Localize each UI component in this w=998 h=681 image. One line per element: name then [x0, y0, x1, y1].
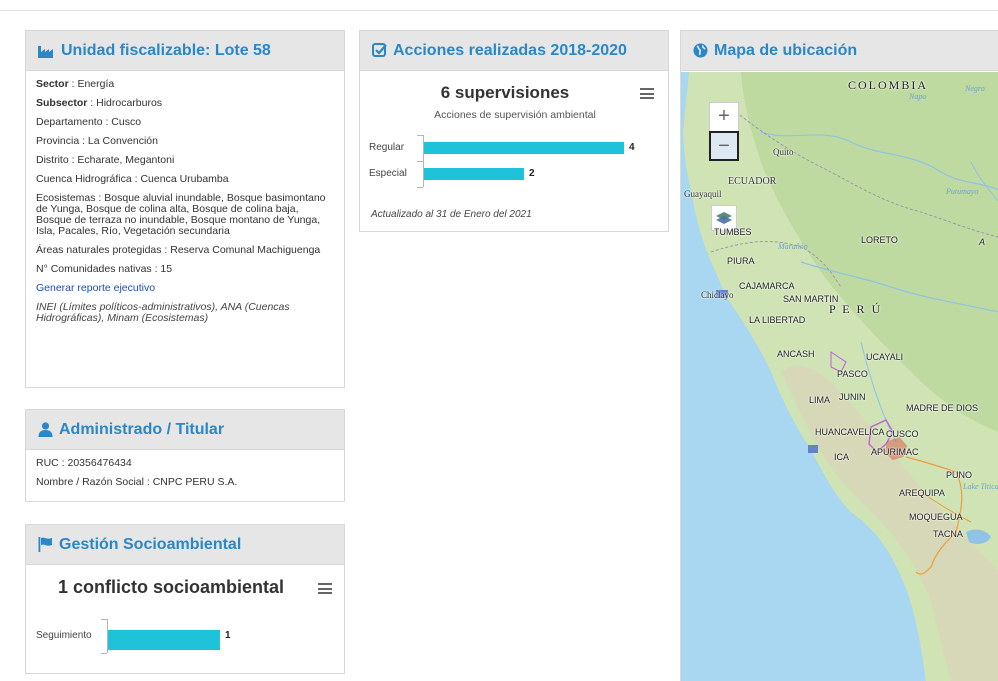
map-label-ucayali: UCAYALI [866, 352, 904, 362]
map-label-loreto: LORETO [861, 235, 898, 245]
map-label-maranon: Marañón [778, 242, 808, 251]
map-label-la-libertad: LA LIBERTAD [749, 315, 806, 325]
chart-data-label: 2 [529, 168, 535, 179]
chart-category-label: Seguimiento [36, 630, 92, 641]
chart-tick [101, 619, 107, 620]
map-label-tumbes: TUMBES [714, 227, 752, 237]
chart-tick [417, 187, 423, 188]
flag-icon [38, 537, 52, 552]
chart-bar[interactable] [424, 142, 624, 154]
administrado-panel-header: Administrado / Titular [26, 410, 344, 450]
chart-bar[interactable] [108, 630, 220, 650]
gestion-chart-menu-button[interactable] [318, 583, 332, 594]
sector-value: : Energía [68, 78, 115, 90]
gestion-socioambiental-panel: Gestión Socioambiental 1 conflicto socio… [25, 524, 345, 674]
acciones-chart-menu-button[interactable] [640, 88, 654, 99]
unidad-fiscalizable-panel: Unidad fiscalizable: Lote 58 Sector : En… [25, 30, 345, 388]
chart-category-label: Regular [369, 142, 405, 153]
user-icon [38, 422, 53, 437]
map-label-chiclayo: Chiclayo [701, 290, 734, 300]
administrado-panel-title: Administrado / Titular [59, 420, 225, 438]
comunidades-row: N° Comunidades nativas : 15 [36, 263, 173, 275]
zoom-in-button[interactable]: + [709, 102, 739, 132]
map-label-napo: Napo [909, 92, 927, 101]
gestion-panel-header: Gestión Socioambiental [26, 525, 344, 565]
acciones-panel-header: Acciones realizadas 2018-2020 [360, 31, 668, 71]
acciones-updated-note: Actualizado al 31 de Enero del 2021 [371, 209, 532, 220]
map-label-ecuador: ECUADOR [728, 176, 777, 187]
check-square-icon [372, 43, 387, 57]
chart-bar[interactable] [424, 168, 524, 180]
map-label-moquegua: MOQUEGUA [909, 512, 963, 522]
provincia-row: Provincia : La Convención [36, 135, 158, 147]
map-label-apurimac: APURIMAC [871, 447, 919, 457]
generar-reporte-link[interactable]: Generar reporte ejecutivo [36, 282, 155, 294]
razon-social-row: Nombre / Razón Social : CNPC PERU S.A. [36, 476, 238, 488]
map-label-colombia: COLOMBIA [848, 78, 929, 92]
map-label-guayaquil: Guayaquil [684, 189, 722, 199]
map-label-a: A [979, 237, 986, 247]
top-divider [0, 10, 998, 11]
ruc-row: RUC : 20356476434 [36, 457, 132, 469]
chart-tick [101, 653, 107, 654]
gestion-chart-title: 1 conflicto socioambiental [57, 577, 285, 597]
gestion-panel-title: Gestión Socioambiental [59, 535, 242, 553]
unidad-panel-header: Unidad fiscalizable: Lote 58 [26, 31, 344, 71]
map-label-cajamarca: CAJAMARCA [739, 281, 795, 291]
globe-icon [693, 43, 708, 58]
location-map[interactable]: + − COLOMBIA Negro Napo Quito ECUADOR Gu… [681, 72, 998, 681]
subsector-row: Subsector : Hidrocarburos [36, 98, 334, 109]
map-label-ica: ICA [834, 452, 850, 462]
ecosistemas-row: Ecosistemas : Bosque aluvial inundable, … [36, 192, 326, 237]
map-label-lake-titicaca: Lake Titicaca [963, 482, 998, 491]
industry-icon [38, 45, 53, 58]
unidad-panel-title: Unidad fiscalizable: Lote 58 [61, 41, 271, 59]
zoom-out-button[interactable]: − [709, 131, 739, 161]
acciones-realizadas-panel: Acciones realizadas 2018-2020 6 supervis… [359, 30, 669, 232]
map-label-putumayo: Putumayo [946, 187, 979, 196]
chart-data-label: 1 [225, 630, 231, 641]
map-label-peru: P E R Ú [829, 302, 883, 316]
chart-category-label: Especial [369, 168, 407, 179]
map-label-piura: PIURA [727, 256, 755, 266]
subsector-value: : Hidrocarburos [87, 97, 163, 109]
map-label-ancash: ANCASH [777, 349, 815, 359]
map-label-cusco: CUSCO [886, 429, 919, 439]
map-label-tacna: TACNA [933, 529, 963, 539]
map-label-quito: Quito [773, 147, 794, 157]
map-label-negro: Negro [965, 84, 985, 93]
mapa-panel: Mapa de ubicación + − COLOMBIA Negro Nap… [680, 30, 998, 681]
map-label-puno: PUNO [946, 470, 973, 480]
sector-label: Sector [36, 78, 69, 90]
map-label-pasco: PASCO [837, 369, 868, 379]
map-label-junin: JUNIN [839, 392, 866, 402]
departamento-row: Departamento : Cusco [36, 116, 142, 128]
subsector-label: Subsector [36, 97, 88, 109]
acciones-chart-subtitle: Acciones de supervisión ambiental [434, 109, 596, 121]
mapa-panel-header: Mapa de ubicación [681, 31, 998, 71]
administrado-panel: Administrado / Titular RUC : 20356476434… [25, 409, 345, 502]
mapa-panel-title: Mapa de ubicación [714, 41, 858, 59]
sector-row: Sector : Energía [36, 79, 334, 90]
acciones-panel-title: Acciones realizadas 2018-2020 [393, 41, 627, 59]
map-label-lima: LIMA [809, 395, 831, 405]
map-label-huancavelica: HUANCAVELICA [815, 427, 885, 437]
areas-protegidas-row: Áreas naturales protegidas : Reserva Com… [36, 244, 321, 256]
map-label-arequipa: AREQUIPA [899, 488, 945, 498]
distrito-row: Distrito : Echarate, Megantoni [36, 154, 175, 166]
cuenca-row: Cuenca Hidrográfica : Cuenca Urubamba [36, 173, 229, 185]
chart-data-label: 4 [629, 142, 635, 153]
chart-tick [417, 161, 423, 162]
map-label-madre-de-dios: MADRE DE DIOS [906, 403, 979, 413]
chart-tick [417, 135, 423, 136]
fuentes-note: INEI (Límites políticos-administrativos)… [36, 301, 290, 324]
acciones-chart-title: 6 supervisiones [440, 83, 570, 102]
